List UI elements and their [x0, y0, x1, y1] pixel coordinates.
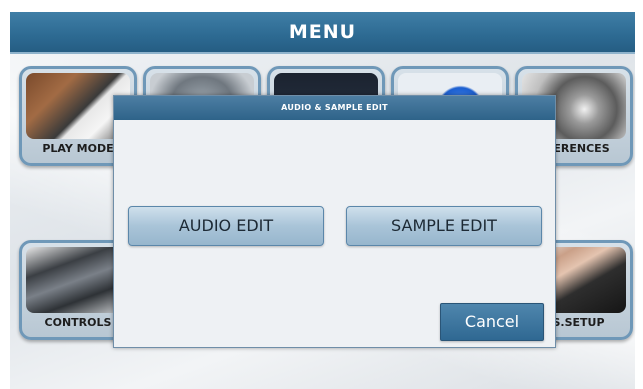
menu-screen: MENU PLAY MODE EFERENCES CONTROLS GS.SET…	[0, 0, 643, 389]
cancel-button[interactable]: Cancel	[440, 303, 544, 341]
sample-edit-button[interactable]: SAMPLE EDIT	[346, 206, 542, 246]
frame-left	[0, 0, 10, 389]
audio-sample-edit-dialog: AUDIO & SAMPLE EDIT AUDIO EDIT SAMPLE ED…	[113, 95, 556, 348]
audio-edit-button[interactable]: AUDIO EDIT	[128, 206, 324, 246]
dialog-title: AUDIO & SAMPLE EDIT	[114, 96, 555, 120]
frame-right	[635, 0, 643, 389]
page-title: MENU	[288, 21, 357, 43]
title-bar: MENU	[10, 12, 635, 54]
frame-top	[0, 0, 643, 12]
